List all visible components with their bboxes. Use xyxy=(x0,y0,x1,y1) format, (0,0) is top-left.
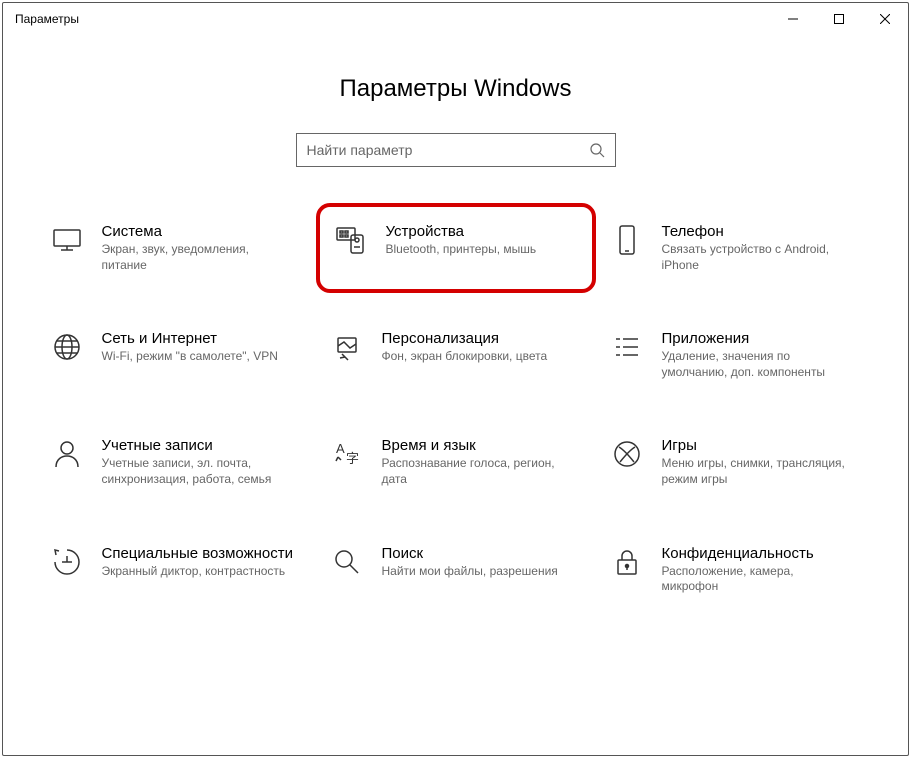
tile-apps[interactable]: Приложения Удаление, значения по умолчан… xyxy=(606,324,866,386)
tile-phone[interactable]: Телефон Связать устройство с Android, iP… xyxy=(606,217,866,279)
tile-desc: Фон, экран блокировки, цвета xyxy=(382,349,548,365)
titlebar: Параметры xyxy=(3,3,908,35)
tile-search[interactable]: Поиск Найти мои файлы, разрешения xyxy=(326,539,586,601)
tile-desc: Экран, звук, уведомления, питание xyxy=(102,242,292,273)
tile-desc: Bluetooth, принтеры, мышь xyxy=(386,242,537,258)
tile-label: Специальные возможности xyxy=(102,545,294,562)
tile-label: Время и язык xyxy=(382,437,572,454)
tile-text: Игры Меню игры, снимки, трансляция, режи… xyxy=(662,437,852,487)
tile-devices[interactable]: Устройства Bluetooth, принтеры, мышь xyxy=(316,203,596,293)
tile-label: Учетные записи xyxy=(102,437,292,454)
person-icon xyxy=(50,437,84,471)
tile-text: Система Экран, звук, уведомления, питани… xyxy=(102,223,292,273)
settings-window: Параметры Параметры Windows xyxy=(2,2,909,756)
svg-text:A: A xyxy=(336,441,345,456)
window-controls xyxy=(770,3,908,35)
tile-label: Поиск xyxy=(382,545,558,562)
tile-text: Учетные записи Учетные записи, эл. почта… xyxy=(102,437,292,487)
tile-label: Устройства xyxy=(386,223,537,240)
apps-icon xyxy=(610,330,644,364)
tile-desc: Связать устройство с Android, iPhone xyxy=(662,242,852,273)
maximize-button[interactable] xyxy=(816,3,862,35)
tile-privacy[interactable]: Конфиденциальность Расположение, камера,… xyxy=(606,539,866,601)
search-large-icon xyxy=(330,545,364,579)
tile-text: Устройства Bluetooth, принтеры, мышь xyxy=(386,223,537,258)
tile-label: Сеть и Интернет xyxy=(102,330,278,347)
tile-text: Специальные возможности Экранный диктор,… xyxy=(102,545,294,580)
tile-label: Конфиденциальность xyxy=(662,545,852,562)
svg-text:字: 字 xyxy=(346,451,359,466)
tile-label: Игры xyxy=(662,437,852,454)
tile-system[interactable]: Система Экран, звук, уведомления, питани… xyxy=(46,217,306,279)
globe-icon xyxy=(50,330,84,364)
language-icon: A字 xyxy=(330,437,364,471)
tile-personalization[interactable]: Персонализация Фон, экран блокировки, цв… xyxy=(326,324,586,386)
xbox-icon xyxy=(610,437,644,471)
tile-network[interactable]: Сеть и Интернет Wi-Fi, режим "в самолете… xyxy=(46,324,306,386)
tile-accounts[interactable]: Учетные записи Учетные записи, эл. почта… xyxy=(46,431,306,493)
page-title: Параметры Windows xyxy=(340,75,572,103)
tile-desc: Удаление, значения по умолчанию, доп. ко… xyxy=(662,349,852,380)
search-icon xyxy=(589,142,605,158)
window-title: Параметры xyxy=(15,12,79,26)
tile-desc: Найти мои файлы, разрешения xyxy=(382,564,558,580)
system-icon xyxy=(50,223,84,257)
tile-text: Приложения Удаление, значения по умолчан… xyxy=(662,330,852,380)
tile-desc: Меню игры, снимки, трансляция, режим игр… xyxy=(662,456,852,487)
tile-desc: Wi-Fi, режим "в самолете", VPN xyxy=(102,349,278,365)
devices-icon xyxy=(334,223,368,257)
close-button[interactable] xyxy=(862,3,908,35)
tile-label: Приложения xyxy=(662,330,852,347)
tile-time-language[interactable]: A字 Время и язык Распознавание голоса, ре… xyxy=(326,431,586,493)
tile-gaming[interactable]: Игры Меню игры, снимки, трансляция, режи… xyxy=(606,431,866,493)
tile-text: Поиск Найти мои файлы, разрешения xyxy=(382,545,558,580)
tile-label: Система xyxy=(102,223,292,240)
search-input[interactable] xyxy=(307,142,589,158)
tile-label: Персонализация xyxy=(382,330,548,347)
minimize-button[interactable] xyxy=(770,3,816,35)
tile-desc: Распознавание голоса, регион, дата xyxy=(382,456,572,487)
tile-desc: Учетные записи, эл. почта, синхронизация… xyxy=(102,456,292,487)
tile-desc: Экранный диктор, контрастность xyxy=(102,564,292,580)
content-area: Параметры Windows Система Экран, звук, у… xyxy=(3,35,908,755)
lock-icon xyxy=(610,545,644,579)
tile-label: Телефон xyxy=(662,223,852,240)
phone-icon xyxy=(610,223,644,257)
tile-desc: Расположение, камера, микрофон xyxy=(662,564,852,595)
paintbrush-icon xyxy=(330,330,364,364)
accessibility-icon xyxy=(50,545,84,579)
search-box[interactable] xyxy=(296,133,616,167)
settings-grid: Система Экран, звук, уведомления, питани… xyxy=(46,217,866,601)
tile-ease-of-access[interactable]: Специальные возможности Экранный диктор,… xyxy=(46,539,306,601)
tile-text: Конфиденциальность Расположение, камера,… xyxy=(662,545,852,595)
tile-text: Время и язык Распознавание голоса, регио… xyxy=(382,437,572,487)
tile-text: Телефон Связать устройство с Android, iP… xyxy=(662,223,852,273)
tile-text: Персонализация Фон, экран блокировки, цв… xyxy=(382,330,548,365)
tile-text: Сеть и Интернет Wi-Fi, режим "в самолете… xyxy=(102,330,278,365)
